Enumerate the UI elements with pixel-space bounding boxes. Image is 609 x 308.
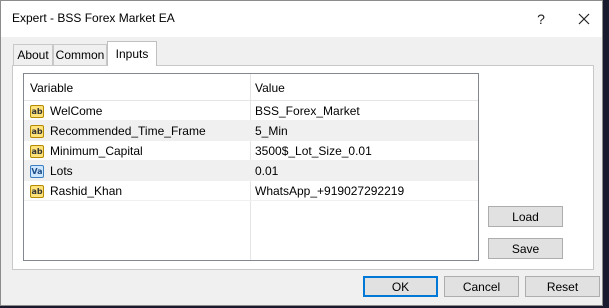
tab-inputs[interactable]: Inputs	[107, 41, 157, 66]
string-param-icon: ab	[30, 144, 44, 158]
table-row[interactable]: ab WelCome BSS_Forex_Market	[24, 101, 478, 121]
variable-name: Rashid_Khan	[50, 184, 123, 198]
inputs-table: Variable Value ab WelCome BSS_Forex_Mark…	[23, 73, 479, 261]
expert-dialog: Expert - BSS Forex Market EA ? About Com…	[0, 0, 603, 306]
table-row[interactable]: Va Lots 0.01	[24, 161, 478, 181]
column-header-variable[interactable]: Variable	[30, 74, 250, 101]
tab-common[interactable]: Common	[53, 44, 107, 65]
value-cell[interactable]: 5_Min	[253, 121, 475, 141]
variable-cell: ab Recommended_Time_Frame	[30, 121, 250, 141]
reset-button[interactable]: Reset	[525, 276, 600, 297]
close-icon	[578, 13, 590, 25]
variable-name: Minimum_Capital	[50, 144, 143, 158]
variable-name: Lots	[50, 164, 73, 178]
help-button[interactable]: ?	[527, 5, 555, 33]
table-row[interactable]: ab Minimum_Capital 3500$_Lot_Size_0.01	[24, 141, 478, 161]
variable-cell: ab WelCome	[30, 101, 250, 121]
variable-cell: ab Rashid_Khan	[30, 181, 250, 201]
value-cell[interactable]: 3500$_Lot_Size_0.01	[253, 141, 475, 161]
value-cell[interactable]: WhatsApp_+919027292219	[253, 181, 475, 201]
string-param-icon: ab	[30, 184, 44, 198]
inputs-panel: Variable Value ab WelCome BSS_Forex_Mark…	[12, 65, 594, 270]
cancel-button[interactable]: Cancel	[444, 276, 519, 297]
column-header-value[interactable]: Value	[253, 74, 475, 101]
load-button[interactable]: Load	[488, 206, 563, 227]
variable-name: Recommended_Time_Frame	[50, 124, 206, 138]
value-cell[interactable]: BSS_Forex_Market	[253, 101, 475, 121]
numeric-param-icon: Va	[30, 164, 44, 178]
window-title: Expert - BSS Forex Market EA	[12, 11, 175, 25]
table-row[interactable]: ab Recommended_Time_Frame 5_Min	[24, 121, 478, 141]
variable-cell: Va Lots	[30, 161, 250, 181]
value-cell[interactable]: 0.01	[253, 161, 475, 181]
save-button[interactable]: Save	[488, 238, 563, 259]
title-bar: Expert - BSS Forex Market EA ?	[1, 1, 602, 37]
string-param-icon: ab	[30, 124, 44, 138]
table-header: Variable Value	[24, 74, 478, 101]
table-row[interactable]: ab Rashid_Khan WhatsApp_+919027292219	[24, 181, 478, 201]
string-param-icon: ab	[30, 104, 44, 118]
ok-button[interactable]: OK	[363, 276, 438, 297]
variable-cell: ab Minimum_Capital	[30, 141, 250, 161]
close-button[interactable]	[570, 5, 598, 33]
tab-about[interactable]: About	[13, 44, 53, 65]
variable-name: WelCome	[50, 104, 103, 118]
